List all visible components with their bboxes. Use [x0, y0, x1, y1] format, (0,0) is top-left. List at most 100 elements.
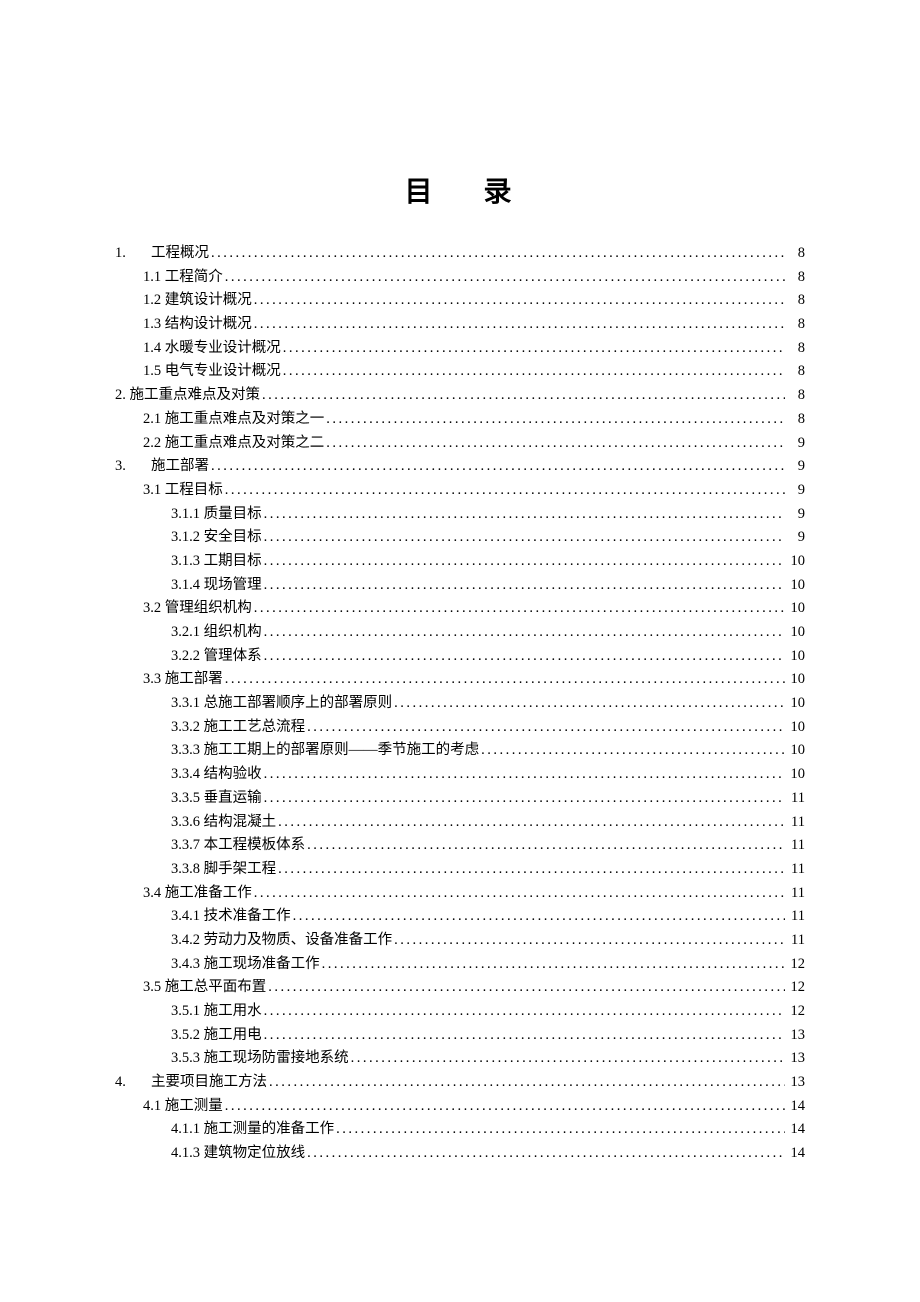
toc-leader-dots [264, 507, 785, 522]
toc-leader-dots [481, 743, 785, 758]
toc-entry-label: 3.5.1 施工用水 [171, 1004, 262, 1019]
toc-entry: 3.3.1 总施工部署顺序上的部署原则 10 [115, 696, 805, 711]
toc-entry: 3.2.2 管理体系10 [115, 649, 805, 664]
toc-leader-dots [254, 601, 785, 616]
toc-entry-page: 13 [787, 1028, 805, 1043]
toc-entry-page: 10 [787, 601, 805, 616]
toc-entry-page: 14 [787, 1146, 805, 1161]
toc-entry-label: 3.3.7 本工程模板体系 [171, 838, 305, 853]
toc-entry-page: 8 [787, 412, 805, 427]
toc-leader-dots [283, 341, 785, 356]
toc-entry-label: 施工部署 [151, 459, 209, 474]
toc-leader-dots [225, 1099, 785, 1114]
toc-entry: 3.3.2 施工工艺总流程10 [115, 720, 805, 735]
toc-entry-label: 3.2.1 组织机构 [171, 625, 262, 640]
toc-leader-dots [307, 838, 785, 853]
toc-entry: 3.5.2 施工用电13 [115, 1028, 805, 1043]
toc-entry: 3.5 施工总平面布置12 [115, 980, 805, 995]
toc-entry-page: 8 [787, 293, 805, 308]
toc-leader-dots [225, 270, 785, 285]
toc-entry: 4.主要项目施工方法 13 [115, 1075, 805, 1090]
toc-entry: 2.2 施工重点难点及对策之二9 [115, 436, 805, 451]
toc-entry-label: 3.4.1 技术准备工作 [171, 909, 291, 924]
toc-entry: 3.3.5 垂直运输 11 [115, 791, 805, 806]
toc-entry-number: 3. [115, 459, 151, 474]
toc-leader-dots [264, 578, 785, 593]
toc-entry-page: 10 [787, 578, 805, 593]
toc-entry-number: 4. [115, 1075, 151, 1090]
toc-entry-page: 13 [787, 1075, 805, 1090]
toc-entry-page: 11 [787, 838, 805, 853]
toc-leader-dots [225, 672, 785, 687]
toc-entry: 3.1 工程目标9 [115, 483, 805, 498]
toc-entry-label: 3.1.3 工期目标 [171, 554, 262, 569]
toc-leader-dots [225, 483, 785, 498]
toc-leader-dots [254, 293, 785, 308]
toc-entry-label: 1.4 水暖专业设计概况 [143, 341, 281, 356]
toc-leader-dots [326, 436, 785, 451]
toc-entry-label: 3.4.2 劳动力及物质、设备准备工作 [171, 933, 392, 948]
toc-entry-label: 1.5 电气专业设计概况 [143, 364, 281, 379]
toc-entry-label: 3.1 工程目标 [143, 483, 223, 498]
toc-entry-label: 1.1 工程简介 [143, 270, 223, 285]
toc-entry-label: 3.2 管理组织机构 [143, 601, 252, 616]
toc-entry: 2. 施工重点难点及对策8 [115, 388, 805, 403]
toc-entry-page: 14 [787, 1122, 805, 1137]
toc-leader-dots [326, 412, 785, 427]
toc-leader-dots [264, 1004, 785, 1019]
toc-entry-label: 4.1 施工测量 [143, 1099, 223, 1114]
toc-entry-page: 8 [787, 317, 805, 332]
table-of-contents: 1.工程概况81.1 工程简介81.2 建筑设计概况81.3 结构设计概况81.… [115, 246, 805, 1161]
toc-entry: 3.4.2 劳动力及物质、设备准备工作 11 [115, 933, 805, 948]
toc-entry-page: 11 [787, 791, 805, 806]
toc-entry-page: 10 [787, 767, 805, 782]
toc-entry-label: 3.3.3 施工工期上的部署原则——季节施工的考虑 [171, 743, 479, 758]
toc-leader-dots [264, 530, 785, 545]
toc-entry-page: 12 [787, 957, 805, 972]
toc-entry-label: 4.1.3 建筑物定位放线 [171, 1146, 305, 1161]
toc-entry-label: 3.5.3 施工现场防雷接地系统 [171, 1051, 349, 1066]
toc-entry-page: 12 [787, 980, 805, 995]
toc-entry-page: 10 [787, 696, 805, 711]
toc-entry-label: 1.2 建筑设计概况 [143, 293, 252, 308]
toc-entry: 3.3.8 脚手架工程11 [115, 862, 805, 877]
toc-entry: 3.1.4 现场管理10 [115, 578, 805, 593]
toc-leader-dots [394, 696, 785, 711]
toc-entry: 3.3.6 结构混凝土11 [115, 815, 805, 830]
toc-entry-label: 主要项目施工方法 [151, 1075, 267, 1090]
toc-leader-dots [336, 1122, 785, 1137]
toc-entry-page: 8 [787, 388, 805, 403]
toc-leader-dots [394, 933, 785, 948]
toc-entry: 3.1.3 工期目标 10 [115, 554, 805, 569]
toc-leader-dots [264, 767, 785, 782]
toc-entry-label: 3.3.1 总施工部署顺序上的部署原则 [171, 696, 392, 711]
toc-leader-dots [278, 815, 785, 830]
toc-entry-label: 3.3.5 垂直运输 [171, 791, 262, 806]
toc-leader-dots [254, 317, 785, 332]
page-title: 目 录 [115, 170, 805, 210]
toc-entry: 3.4.3 施工现场准备工作 12 [115, 957, 805, 972]
toc-entry-page: 11 [787, 933, 805, 948]
toc-entry-label: 2.1 施工重点难点及对策之一 [143, 412, 324, 427]
toc-entry-page: 10 [787, 554, 805, 569]
toc-entry: 1.工程概况8 [115, 246, 805, 261]
toc-entry-label: 3.3.8 脚手架工程 [171, 862, 276, 877]
toc-leader-dots [262, 388, 785, 403]
toc-entry-label: 3.1.2 安全目标 [171, 530, 262, 545]
toc-entry-page: 11 [787, 909, 805, 924]
toc-entry-page: 9 [787, 507, 805, 522]
toc-entry-number: 1. [115, 246, 151, 261]
toc-entry-label: 3.4.3 施工现场准备工作 [171, 957, 320, 972]
toc-entry-page: 10 [787, 625, 805, 640]
toc-entry-page: 8 [787, 364, 805, 379]
toc-entry: 1.2 建筑设计概况 8 [115, 293, 805, 308]
toc-entry-page: 10 [787, 743, 805, 758]
toc-leader-dots [211, 246, 785, 261]
toc-entry: 1.3 结构设计概况8 [115, 317, 805, 332]
toc-entry: 3.3.7 本工程模板体系 11 [115, 838, 805, 853]
toc-entry-label: 3.2.2 管理体系 [171, 649, 262, 664]
toc-leader-dots [268, 980, 785, 995]
toc-entry: 1.4 水暖专业设计概况8 [115, 341, 805, 356]
toc-leader-dots [264, 649, 785, 664]
toc-leader-dots [211, 459, 785, 474]
